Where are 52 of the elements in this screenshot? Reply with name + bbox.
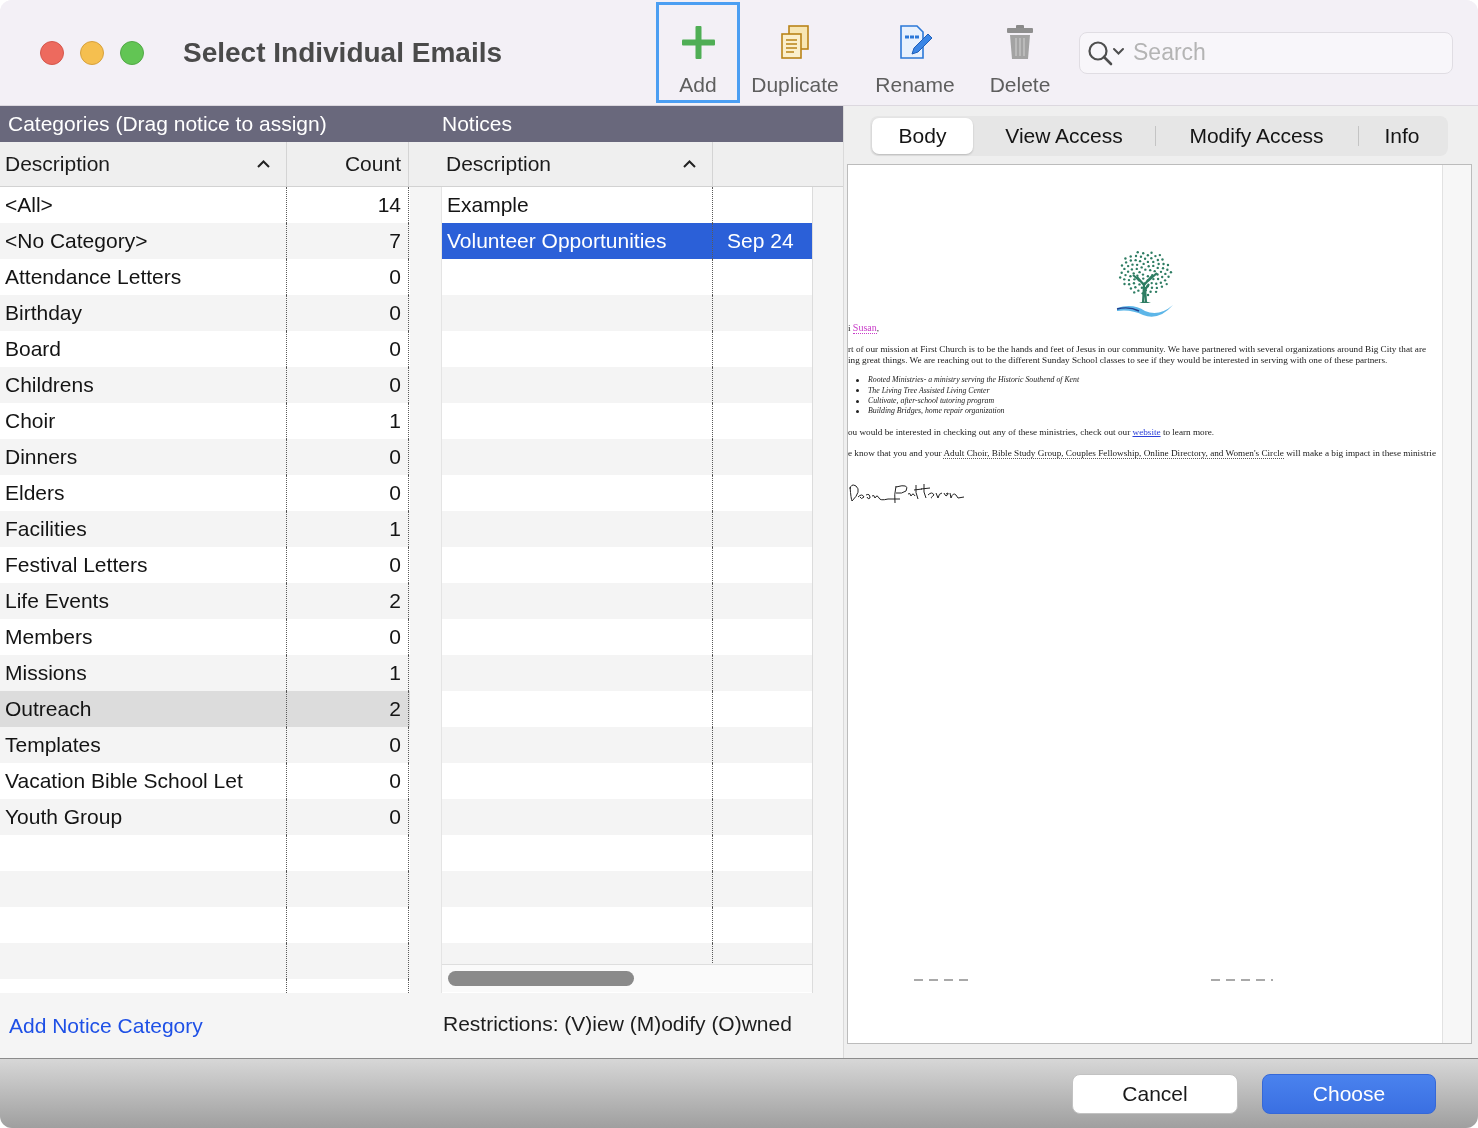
category-row[interactable]: Members 0 (0, 619, 410, 655)
letter-paragraph: e know that you and your Adult Choir, Bible Study Group, Couples Fellowship, Online Directory, and Women's Circle will make a big impact in these ministrie (848, 447, 1436, 459)
dialog-button[interactable]: Cancel (1072, 1073, 1238, 1114)
restrictions-text: Restrictions: (V)iew (M)odify (O)wned (443, 1011, 792, 1036)
bullet-icon (856, 399, 859, 403)
category-row[interactable]: Attendance Letters 0 (0, 259, 410, 295)
section-title: Notices (442, 112, 513, 136)
tab[interactable]: View Access (973, 118, 1155, 154)
category-row[interactable]: Choir 1 (0, 403, 410, 439)
add-button[interactable]: Add (656, 2, 740, 103)
column-header[interactable]: Count (287, 142, 409, 186)
bullet-icon (856, 389, 859, 393)
duplicate-button[interactable]: Duplicate (742, 2, 848, 103)
category-row[interactable]: Board 0 (0, 331, 410, 367)
delete-button[interactable]: Delete (982, 2, 1058, 103)
category-row[interactable]: Vacation Bible School Let 0 (0, 763, 410, 799)
table-cell-text: Sep 24 (726, 228, 795, 254)
category-row[interactable]: <All> 14 (0, 187, 410, 223)
bullet-icon (856, 379, 859, 383)
tree-logo (1115, 251, 1175, 319)
footer-dash-mark (914, 979, 970, 981)
tab[interactable]: Body (872, 118, 973, 154)
zoom-icon[interactable] (120, 40, 144, 65)
letter-paragraph: i Susan, (848, 323, 880, 334)
letter-paragraph: ou would be interested in checking out any of these ministries, check out our website to learn more. (848, 426, 1215, 438)
copy-documents-icon (780, 25, 810, 59)
category-row[interactable]: Elders 0 (0, 475, 410, 511)
close-icon[interactable] (40, 40, 64, 65)
plus-icon (681, 25, 715, 59)
search-icon (1087, 39, 1125, 66)
add-category-link[interactable]: Add Notice Category (9, 1013, 203, 1037)
tab[interactable]: Info (1358, 118, 1446, 154)
document-pencil-icon (898, 25, 932, 59)
column-header[interactable]: Description (441, 142, 713, 186)
vertical-scrollbar[interactable] (1442, 165, 1471, 1043)
rename-button[interactable]: Rename (864, 2, 966, 103)
letter-paragraph: rt of our mission at First Church is to be the hands and feet of Jesus in our community. We have partnered with several organizations around Big City that are ing great things. We are reaching out to the different Sunday School classes to see if they would be interested in serving with one of these partners. (848, 343, 1427, 366)
notice-row[interactable]: Volunteer Opportunities Sep 24 (442, 223, 812, 259)
column-header[interactable]: Description (0, 142, 287, 186)
trash-icon (1007, 25, 1033, 59)
minimize-icon[interactable] (80, 40, 104, 65)
footer-dash-mark (1211, 979, 1273, 981)
website-link[interactable]: website (1132, 426, 1161, 437)
search-field[interactable]: Search (1079, 31, 1453, 74)
window-title: Select Individual Emails (183, 36, 503, 69)
scrollbar-thumb[interactable] (448, 971, 634, 986)
category-row[interactable]: Outreach 2 (0, 691, 410, 727)
tab[interactable]: Modify Access (1155, 118, 1358, 154)
primary-button[interactable]: Choose (1262, 1073, 1436, 1114)
bullet-icon (856, 410, 859, 414)
category-row[interactable]: Festival Letters 0 (0, 547, 410, 583)
section-title: Categories (Drag notice to assign) (7, 112, 328, 136)
